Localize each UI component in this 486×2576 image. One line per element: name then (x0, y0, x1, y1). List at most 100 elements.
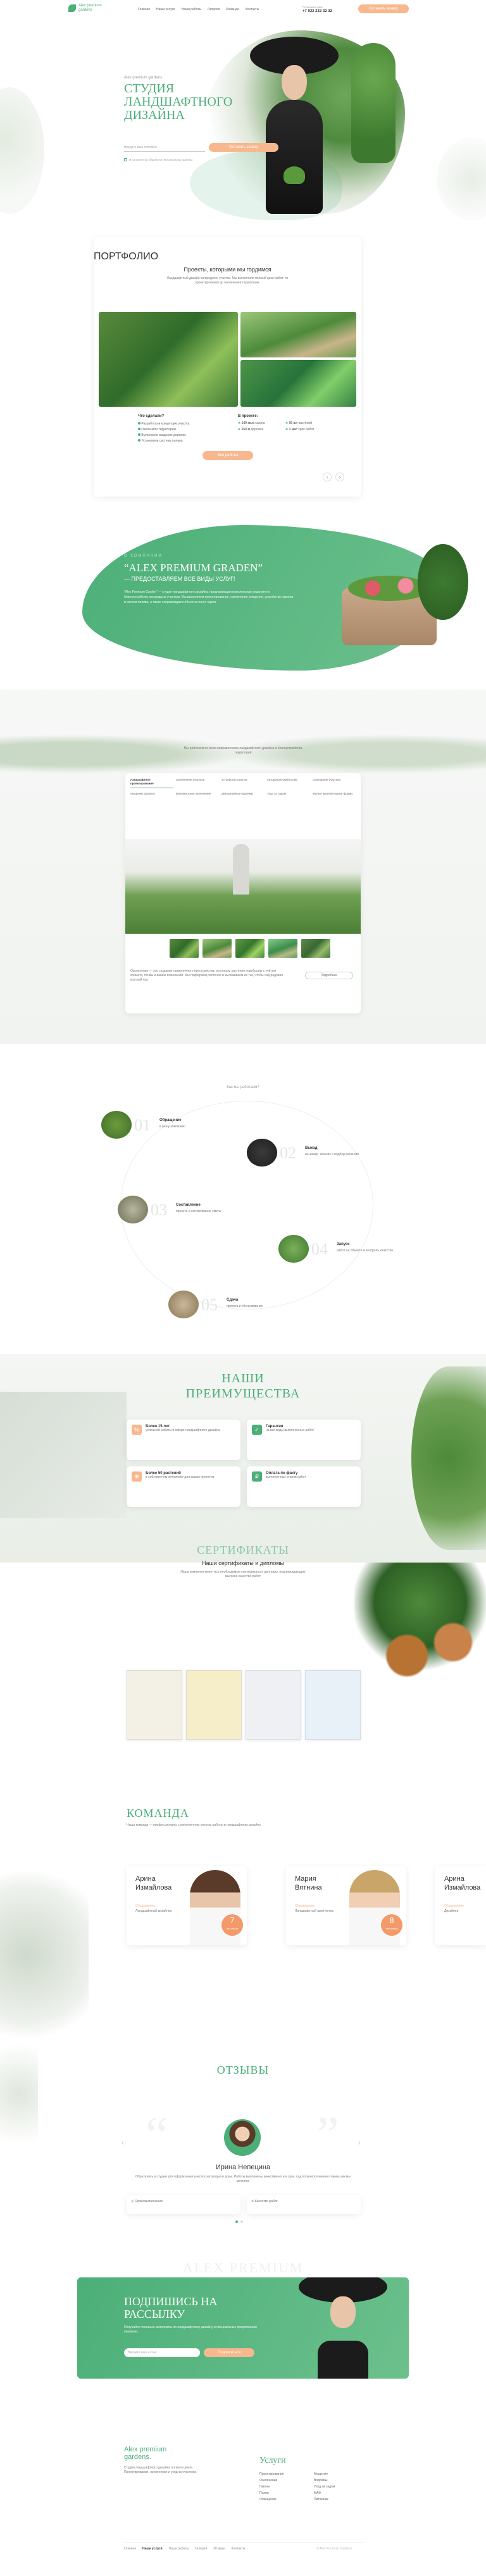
logo[interactable]: Alex premium gardens (68, 4, 102, 13)
slider-dot[interactable] (240, 2220, 243, 2223)
nav-item-works[interactable]: Наши работы (182, 8, 202, 11)
process-step-3: 03 Составление проекта и согласование см… (118, 1196, 257, 1227)
step-number: 04 (311, 1240, 328, 1258)
process-step-4: 04 Запуск работ на объекте и контроль ка… (278, 1235, 405, 1266)
portfolio-next-button[interactable]: › (335, 473, 344, 481)
footer: Alex premium gardens. Студия ландшафтног… (0, 2436, 486, 2576)
tab-service-8[interactable]: Уход за садом (267, 792, 310, 796)
footer-link[interactable]: Мощение (314, 2471, 335, 2477)
footer-link[interactable]: Водоёмы (314, 2477, 335, 2484)
phone-number[interactable]: +7 922 232 32 32 (302, 9, 332, 14)
step-image (278, 1235, 309, 1263)
subscribe-woman (292, 2277, 394, 2379)
hero-title-line1: СТУДИЯ (124, 82, 175, 96)
reviews-bg-plant (0, 2024, 38, 2164)
portfolio-photo-main[interactable] (99, 312, 238, 407)
footer-link[interactable]: Полив (259, 2490, 284, 2496)
certificate-image[interactable] (246, 1670, 301, 1740)
years-badge: 8 лет опыта (381, 1914, 402, 1936)
about-title: “ALEX PREMIUM GRADEN” (124, 562, 263, 574)
portfolio-photo-bottom-right[interactable] (240, 360, 356, 407)
advantage-card: % Более 15 лет успешной работы в сфере ла… (127, 1420, 240, 1460)
checkbox-icon[interactable] (124, 158, 127, 161)
certificate-image[interactable] (186, 1670, 242, 1740)
portfolio-done-list: Разработали концепцию участка Озеленили … (138, 421, 220, 444)
nav-item-gallery[interactable]: Галерея (208, 8, 220, 11)
footer-nav-item[interactable]: Наши работы (169, 2547, 189, 2551)
step-image (168, 1291, 199, 1318)
nav-item-home[interactable]: Главная (138, 8, 150, 11)
thumb[interactable] (170, 939, 199, 958)
advantage-text: на все виды выполненных работ (266, 1428, 315, 1432)
hero-form: Введите ваш телефон Оставить заявку (124, 143, 282, 153)
nav-item-contacts[interactable]: Контакты (246, 8, 259, 11)
certificate-image[interactable] (127, 1670, 182, 1740)
portfolio-title: ПОРТФОЛИО (94, 251, 159, 262)
tab-service-9[interactable]: Малые архитектурные формы (313, 792, 356, 796)
header-cta-button[interactable]: Оставить заявку (358, 4, 409, 13)
footer-link[interactable]: Уход за садом (314, 2484, 335, 2490)
advantages-title-line1: НАШИ (221, 1372, 265, 1385)
years-label: лет опыта (226, 1927, 239, 1930)
footer-link[interactable]: Проектирование (259, 2471, 284, 2477)
tab-service-0[interactable]: Ландшафтное проектирование (130, 778, 173, 788)
reviews-dots (235, 2220, 243, 2223)
member-role: Ландшафтный архитектор (295, 1909, 334, 1913)
reviews-next-button[interactable]: › (358, 2138, 361, 2147)
hero-agree[interactable]: Я согласен на обработку персональных дан… (124, 158, 192, 161)
certificates-subtitle: Наши сертификаты и дипломы (202, 1560, 284, 1566)
footer-logo-line2: gardens. (124, 2453, 151, 2461)
tab-service-2[interactable]: Устройство газонов (221, 778, 265, 788)
stat-item: ❀ 3 мес срок работ (285, 428, 315, 431)
portfolio-photo-top-right[interactable] (240, 312, 356, 357)
member-last-name: Измайлова (444, 1884, 481, 1892)
footer-link[interactable]: Озеленение (259, 2477, 284, 2484)
nav-item-team[interactable]: Команда (226, 8, 239, 11)
footer-link[interactable]: Питомник (314, 2496, 335, 2503)
tab-service-7[interactable]: Декоративные водоёмы (221, 792, 265, 796)
thumb[interactable] (235, 939, 265, 958)
subscribe-button[interactable]: Подписаться (204, 2348, 254, 2357)
step-image (247, 1139, 277, 1167)
hero-blob-right (437, 138, 486, 220)
services-more-button[interactable]: Подробнее (305, 972, 353, 979)
body-shape (318, 2341, 368, 2379)
footer-link[interactable]: МАФ (314, 2490, 335, 2496)
hero-agree-text: Я согласен на обработку персональных дан… (129, 158, 193, 161)
tab-service-6[interactable]: Вертикальное озеленение (176, 792, 219, 796)
hero-submit-button[interactable]: Оставить заявку (209, 143, 278, 152)
thumb[interactable] (301, 939, 330, 958)
step-number: 05 (201, 1296, 218, 1314)
footer-nav-item[interactable]: Отзывы (213, 2547, 225, 2551)
nav-item-services[interactable]: Наши услуги (156, 8, 175, 11)
footer-link[interactable]: Освещение (259, 2496, 284, 2503)
slider-dot-active[interactable] (235, 2220, 238, 2223)
wallet-icon: ₽ (252, 1471, 262, 1482)
thumb[interactable] (268, 939, 297, 958)
portfolio-more-button[interactable]: Все работы (202, 451, 253, 460)
tab-service-4[interactable]: Освещение участков (313, 778, 356, 788)
tab-service-1[interactable]: Озеленение участков (176, 778, 219, 788)
tab-service-5[interactable]: Мощение дорожек (130, 792, 173, 796)
footer-nav-item[interactable]: Галерея (195, 2547, 207, 2551)
face-shape (330, 2296, 356, 2328)
list-item: Разработали концепцию участка (138, 421, 220, 427)
header-phone[interactable]: Позвоните нам +7 922 232 32 32 (302, 5, 332, 14)
footer-logo[interactable]: Alex premium gardens. (124, 2446, 166, 2461)
team-title: КОМАНДА (127, 1807, 189, 1819)
tab-service-3[interactable]: Автоматический полив (267, 778, 310, 788)
hero-phone-input[interactable]: Введите ваш телефон (124, 143, 205, 152)
star-icon: ★ (251, 2200, 254, 2203)
reviews-prev-button[interactable]: ‹ (122, 2138, 124, 2147)
subscribe-email-input[interactable]: Введите ваш e-mail (124, 2348, 200, 2357)
footer-nav-item[interactable]: Наши услуги (142, 2547, 163, 2551)
portfolio-prev-button[interactable]: ‹ (323, 473, 332, 481)
footer-nav-item[interactable]: Контакты (232, 2547, 246, 2551)
footer-services-title: Услуги (259, 2456, 286, 2465)
footer-link[interactable]: Газоны (259, 2484, 284, 2490)
certificate-image[interactable] (305, 1670, 361, 1740)
thumb[interactable] (202, 939, 232, 958)
services-caption: Озеленение — это создание гармоничного п… (130, 969, 284, 982)
footer-nav-item[interactable]: Главная (124, 2547, 136, 2551)
step-text: работ на объекте и контроль качества (337, 1249, 393, 1253)
